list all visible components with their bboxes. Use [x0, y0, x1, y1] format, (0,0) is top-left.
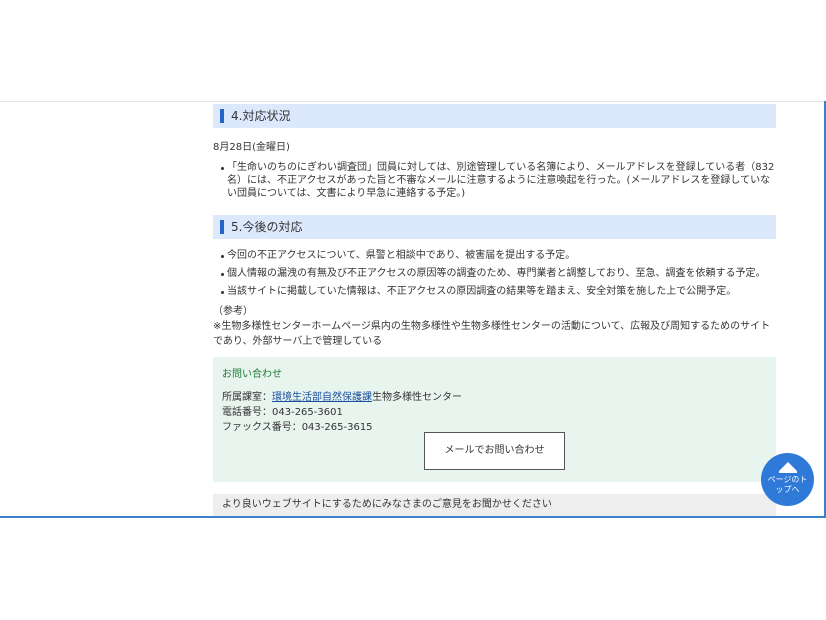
section-5-heading: 5.今後の対応 [213, 215, 776, 239]
reference-title: （参考） [213, 306, 253, 317]
reference-text: ※生物多様性センターホームページ県内の生物多様性や生物多様性センターの活動につい… [213, 321, 771, 347]
mail-inquiry-button[interactable]: メールでお問い合わせ [424, 432, 565, 470]
window-bottom-border [0, 516, 826, 518]
article-body: 4.対応状況 8月28日(金曜日) 「生命いのちのにぎわい調査団」団員に対しては… [213, 104, 776, 518]
reference-note: （参考） ※生物多様性センターホームページ県内の生物多様性や生物多様性センターの… [213, 304, 776, 349]
department-link[interactable]: 環境生活部自然保護課 [272, 392, 372, 403]
list-item: 当該サイトに掲載していた情報は、不正アクセスの原因調査の結果等を踏まえ、安全対策… [213, 285, 776, 298]
arrow-up-icon [778, 462, 797, 471]
feedback-heading: より良いウェブサイトにするためにみなさまのご意見をお聞かせください [213, 494, 776, 518]
list-item: 「生命いのちのにぎわい調査団」団員に対しては、別途管理している名簿により、メール… [213, 161, 776, 200]
contact-phone: 電話番号：043-265-3601 [222, 407, 343, 418]
department-prefix: 所属課室： [222, 392, 272, 403]
department-suffix: 生物多様性センター [372, 392, 462, 403]
list-item: 今回の不正アクセスについて、県警と相談中であり、被害届を提出する予定。 [213, 249, 776, 262]
page-top-label: ページのトップへ [767, 475, 808, 494]
section-4-date: 8月28日(金曜日) [213, 142, 290, 153]
contact-box: お問い合わせ 所属課室：環境生活部自然保護課生物多様性センター 電話番号：043… [213, 357, 776, 482]
contact-title: お問い合わせ [222, 369, 282, 380]
contact-department: 所属課室：環境生活部自然保護課生物多様性センター [222, 390, 767, 405]
section-4-heading: 4.対応状況 [213, 104, 776, 128]
section-5-list: 今回の不正アクセスについて、県警と相談中であり、被害届を提出する予定。 個人情報… [213, 249, 776, 298]
top-bar-icon [778, 471, 797, 473]
list-item: 個人情報の漏洩の有無及び不正アクセスの原因等の調査のため、専門業者と調整しており… [213, 267, 776, 280]
page-top-button[interactable]: ページのトップへ [761, 453, 814, 506]
main-content-viewport: 4.対応状況 8月28日(金曜日) 「生命いのちのにぎわい調査団」団員に対しては… [0, 101, 826, 519]
section-4-list: 「生命いのちのにぎわい調査団」団員に対しては、別途管理している名簿により、メール… [213, 161, 776, 200]
